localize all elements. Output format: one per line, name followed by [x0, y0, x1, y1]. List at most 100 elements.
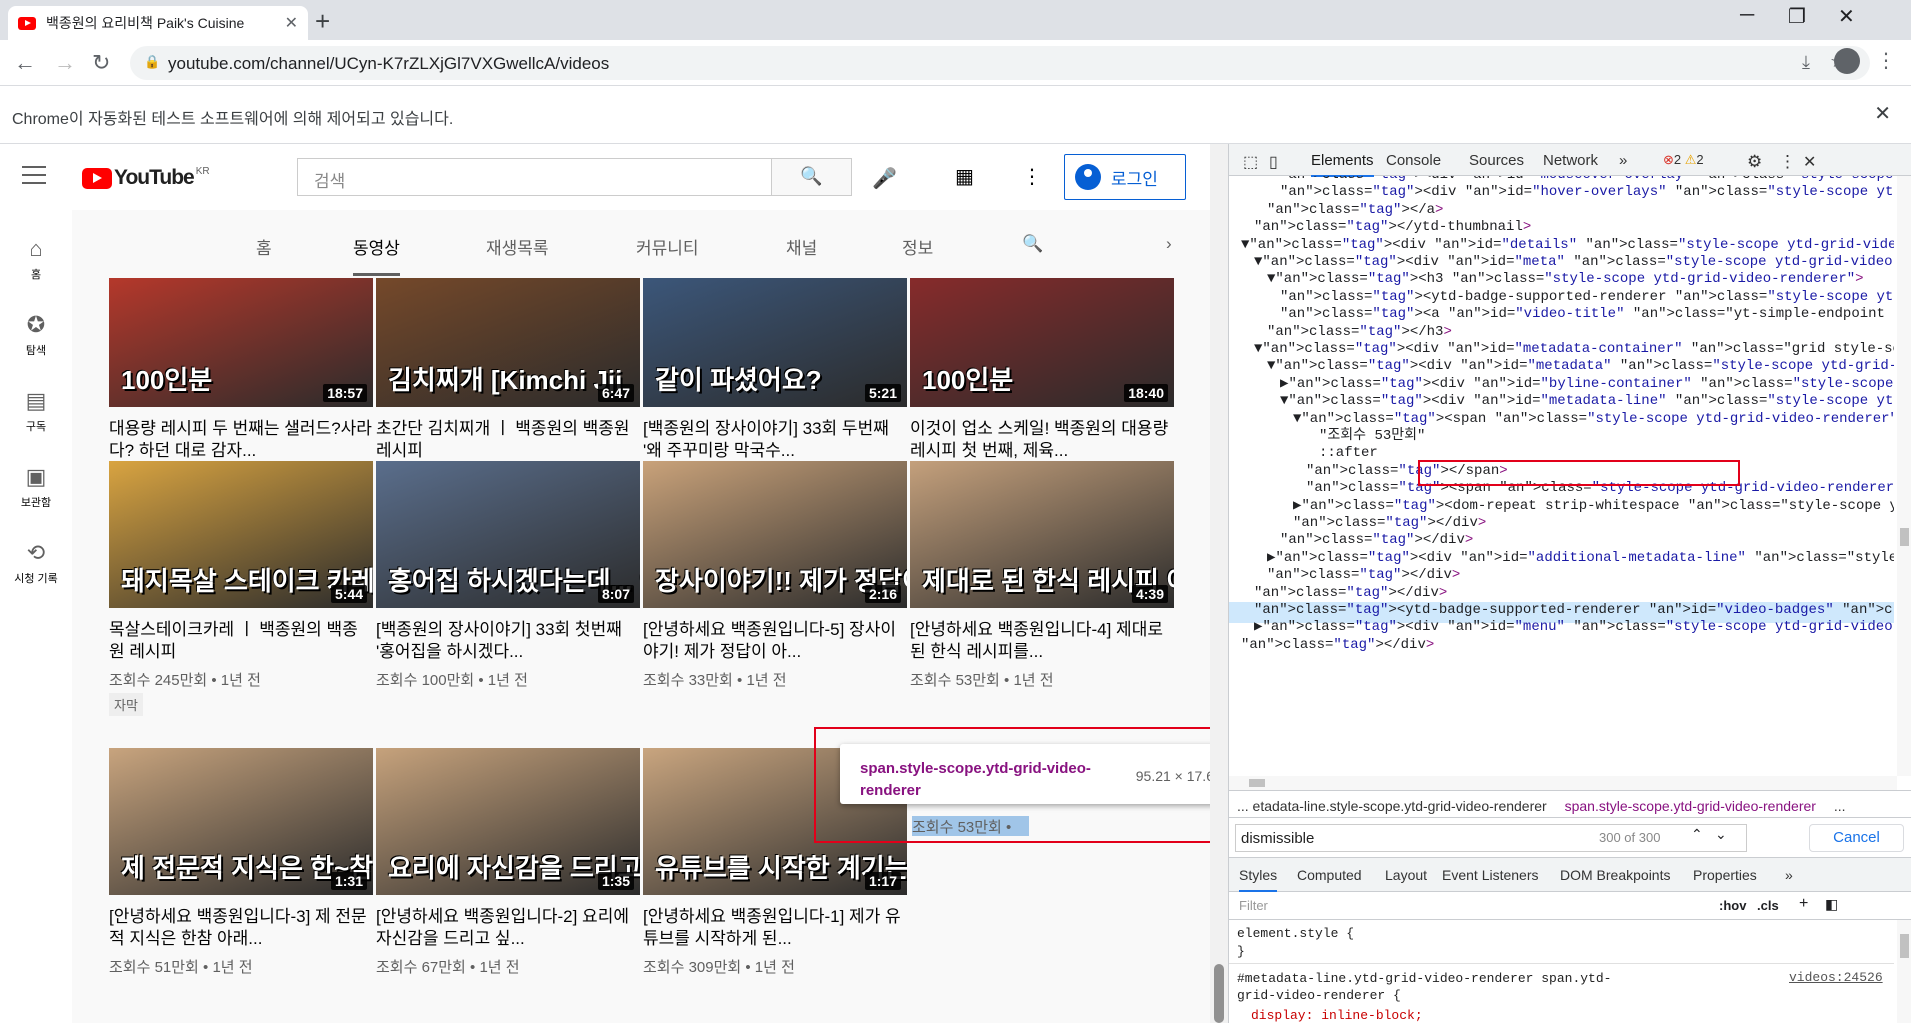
video-thumbnail[interactable]: 돼지목살 스테이크 카레 5:44 — [109, 461, 373, 608]
dom-tree-scrollbar-thumb[interactable] — [1900, 528, 1909, 546]
video-title[interactable]: [백종원의 장사이야기] 33회 두번째 '왜 주꾸미랑 막국수... — [643, 418, 907, 462]
element-style-selector[interactable]: element.style { — [1237, 926, 1354, 941]
device-toolbar-icon[interactable]: ▯ — [1269, 152, 1278, 172]
breadcrumb-more[interactable]: ... — [1834, 798, 1846, 814]
profile-avatar[interactable] — [1834, 48, 1860, 74]
tab-console[interactable]: Console — [1386, 152, 1441, 169]
url-text[interactable]: youtube.com/channel/UCyn-K7rZLXjGl7VXGwe… — [168, 54, 609, 74]
more-tabs-icon[interactable]: » — [1619, 152, 1627, 169]
login-button[interactable]: 로그인 — [1064, 154, 1186, 200]
browser-tab[interactable]: 백종원의 요리비책 Paik's Cuisine ✕ — [8, 6, 308, 40]
tab-home[interactable]: 홈 — [256, 234, 272, 259]
video-thumbnail[interactable]: 김치찌개 [Kimchi Jji 6:47 — [376, 278, 640, 407]
infobar-close-icon[interactable]: ✕ — [1874, 101, 1891, 126]
close-tab-icon[interactable]: ✕ — [285, 13, 298, 33]
video-thumbnail[interactable]: 요리에 자신감을 드리고 싶었습니다1:35 — [376, 748, 640, 895]
dom-node-line[interactable]: "an">class="tag"></div> — [1241, 635, 1434, 656]
styles-scrollbar[interactable] — [1897, 920, 1911, 1023]
nav-history[interactable]: ⟲ 시청 기록 — [0, 540, 72, 586]
video-title[interactable]: 대용량 레시피 두 번째는 샐러드?사라다? 하던 대로 감자... — [109, 418, 373, 462]
settings-gear-icon[interactable]: ⚙ — [1747, 152, 1762, 172]
video-thumbnail[interactable]: 제 전문적 지식은 한~참 아래입니다1:31 — [109, 748, 373, 895]
breadcrumb-item[interactable]: ... etadata-line.style-scope.ytd-grid-vi… — [1237, 798, 1547, 814]
devtools-close-icon[interactable]: ✕ — [1803, 152, 1816, 172]
hamburger-menu-icon[interactable] — [22, 166, 46, 184]
video-title[interactable]: [안녕하세요 백종원입니다-2] 요리에 자신감을 드리고 싶... — [376, 906, 640, 950]
scrollbar-thumb[interactable] — [1214, 964, 1224, 1023]
video-thumbnail[interactable]: 장사이야기!! 제가 정답이 아닙니다2:16 — [643, 461, 907, 608]
tab-network[interactable]: Network — [1543, 152, 1598, 169]
page-scrollbar[interactable] — [1210, 144, 1228, 1023]
menu-dots-icon[interactable]: ⋮ — [1876, 48, 1896, 73]
install-icon[interactable]: ⤓ — [1802, 52, 1810, 73]
cancel-button[interactable]: Cancel — [1809, 824, 1904, 852]
search-input[interactable]: 검색 — [297, 158, 772, 196]
tab-properties[interactable]: Properties — [1693, 867, 1757, 883]
chevron-right-icon[interactable]: › — [1166, 234, 1172, 254]
video-thumbnail[interactable]: 100인분 18:40 — [910, 278, 1174, 407]
video-thumbnail[interactable]: 같이 파셨어요? 5:21 — [643, 278, 907, 407]
computed-sidebar-icon[interactable]: ◧ — [1825, 896, 1838, 913]
tab-styles[interactable]: Styles — [1239, 867, 1278, 892]
search-button[interactable]: 🔍 — [772, 158, 852, 196]
back-icon[interactable]: ← — [14, 50, 36, 76]
find-next-icon[interactable]: ⌄ — [1715, 826, 1727, 843]
tab-dom-breakpoints[interactable]: DOM Breakpoints — [1560, 867, 1670, 883]
channel-search-icon[interactable]: 🔍 — [1022, 234, 1043, 254]
dom-tree-hscrollbar-thumb[interactable] — [1249, 779, 1265, 787]
video-thumbnail[interactable]: 제대로 된 한식 레시피 이렇게 알리고 싶었어요4:39 — [910, 461, 1174, 608]
apps-grid-icon[interactable]: ▦ — [955, 164, 974, 189]
rule-source-link[interactable]: videos:24526 — [1789, 970, 1883, 985]
nav-library[interactable]: ▣ 보관함 — [0, 464, 72, 510]
tab-elements[interactable]: Elements — [1311, 152, 1374, 177]
more-subtabs-icon[interactable]: » — [1785, 867, 1793, 883]
tab-community[interactable]: 커뮤니티 — [636, 234, 699, 259]
tab-sources[interactable]: Sources — [1469, 152, 1524, 169]
find-prev-icon[interactable]: ⌃ — [1691, 826, 1703, 843]
nav-home[interactable]: ⌂ 홈 — [0, 236, 72, 282]
hov-toggle[interactable]: :hov — [1719, 898, 1746, 913]
video-title[interactable]: [안녕하세요 백종원입니다-4] 제대로 된 한식 레시피를... — [910, 619, 1174, 663]
tab-channels[interactable]: 채널 — [786, 234, 817, 259]
restore-icon[interactable]: ❐ — [1788, 4, 1806, 29]
inspect-element-icon[interactable]: ⬚ — [1243, 152, 1258, 172]
video-title[interactable]: [안녕하세요 백종원입니다-1] 제가 유튜브를 시작하게 된... — [643, 906, 907, 950]
rule-declaration[interactable]: display: inline-block; — [1251, 1008, 1423, 1023]
tab-layout[interactable]: Layout — [1385, 867, 1427, 883]
tab-playlists[interactable]: 재생목록 — [486, 234, 549, 259]
issues-counter[interactable]: ⊗2 ⚠2 — [1663, 152, 1704, 168]
breadcrumb-item-active[interactable]: span.style-scope.ytd-grid-video-renderer — [1565, 798, 1816, 814]
forward-icon[interactable]: → — [54, 50, 76, 76]
video-title[interactable]: 초간단 김치찌개 ㅣ 백종원의 백종원 레시피 — [376, 418, 640, 462]
video-thumbnail[interactable]: 홍어집 하시겠다는데... 어떻게 생각하세요8:07 — [376, 461, 640, 608]
devtools-menu-icon[interactable]: ⋮ — [1779, 152, 1796, 172]
dom-tree-scrollbar[interactable] — [1897, 176, 1911, 776]
find-input[interactable]: dismissible — [1235, 824, 1747, 852]
video-title[interactable]: [안녕하세요 백종원입니다-5] 장사이야기! 제가 정답이 아... — [643, 619, 907, 663]
tab-videos[interactable]: 동영상 — [353, 234, 400, 276]
rule-selector[interactable]: #metadata-line.ytd-grid-video-renderer s… — [1237, 970, 1637, 1004]
tab-about[interactable]: 정보 — [902, 234, 933, 259]
nav-explore[interactable]: ✪ 탐색 — [0, 312, 72, 358]
nav-subscriptions[interactable]: ▤ 구독 — [0, 388, 72, 434]
video-thumbnail[interactable]: 100인분 18:57 — [109, 278, 373, 407]
tab-event-listeners[interactable]: Event Listeners — [1442, 867, 1539, 883]
new-tab-icon[interactable]: + — [315, 6, 330, 37]
address-bar[interactable]: 🔒 youtube.com/channel/UCyn-K7rZLXjGl7VXG… — [130, 46, 1870, 80]
close-window-icon[interactable]: ✕ — [1838, 4, 1855, 29]
new-rule-icon[interactable]: + — [1799, 895, 1808, 913]
settings-dots-icon[interactable]: ⋮ — [1022, 164, 1042, 189]
minimize-icon[interactable]: ─ — [1740, 4, 1754, 27]
video-title[interactable]: [안녕하세요 백종원입니다-3] 제 전문적 지식은 한참 아래... — [109, 906, 373, 950]
video-title[interactable]: [백종원의 장사이야기] 33회 첫번째 '홍어집을 하시겠다... — [376, 619, 640, 663]
dom-tree-hscrollbar[interactable] — [1229, 776, 1897, 790]
lock-icon[interactable]: 🔒 — [144, 54, 160, 70]
microphone-icon[interactable]: 🎤 — [872, 166, 897, 191]
tab-computed[interactable]: Computed — [1297, 867, 1362, 883]
reload-icon[interactable]: ↻ — [92, 50, 110, 76]
video-title[interactable]: 이것이 업소 스케일! 백종원의 대용량 레시피 첫 번째, 제육... — [910, 418, 1174, 462]
cls-toggle[interactable]: .cls — [1757, 898, 1779, 913]
video-title[interactable]: 목살스테이크카레 ㅣ 백종원의 백종원 레시피 — [109, 619, 373, 663]
youtube-logo[interactable]: YouTube KR — [82, 166, 210, 190]
styles-scrollbar-thumb[interactable] — [1900, 934, 1909, 958]
